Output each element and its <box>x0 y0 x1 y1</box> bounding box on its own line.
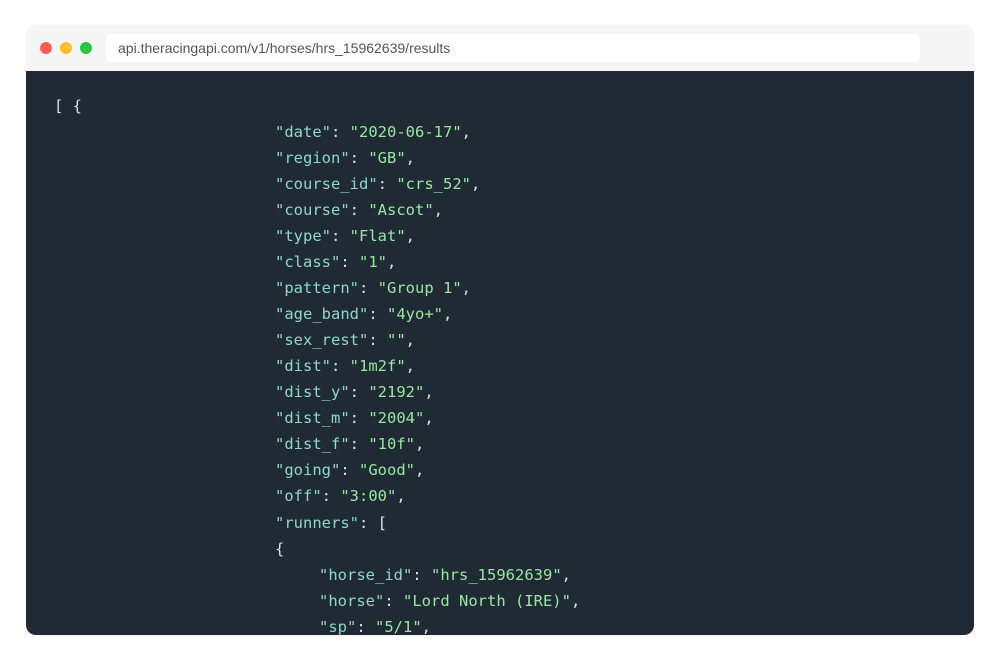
json-line-course-id: "course_id": "crs_52", <box>54 171 946 197</box>
json-line-dist: "dist": "1m2f", <box>54 353 946 379</box>
json-line-type: "type": "Flat", <box>54 223 946 249</box>
json-line-horse-id: "horse_id": "hrs_15962639", <box>54 562 946 588</box>
json-line-horse: "horse": "Lord North (IRE)", <box>54 588 946 614</box>
close-icon[interactable] <box>40 42 52 54</box>
json-line-going: "going": "Good", <box>54 457 946 483</box>
json-line-dist-f: "dist_f": "10f", <box>54 431 946 457</box>
json-line-sex-rest: "sex_rest": "", <box>54 327 946 353</box>
json-line-course: "course": "Ascot", <box>54 197 946 223</box>
browser-chrome: api.theracingapi.com/v1/horses/hrs_15962… <box>26 25 974 71</box>
maximize-icon[interactable] <box>80 42 92 54</box>
address-bar[interactable]: api.theracingapi.com/v1/horses/hrs_15962… <box>106 34 920 62</box>
json-line-sp: "sp": "5/1", <box>54 614 946 635</box>
json-line-dist-y: "dist_y": "2192", <box>54 379 946 405</box>
json-line-inner-open: { <box>54 536 946 562</box>
json-line-pattern: "pattern": "Group 1", <box>54 275 946 301</box>
address-text: api.theracingapi.com/v1/horses/hrs_15962… <box>118 40 450 56</box>
traffic-lights <box>40 42 92 54</box>
json-line-age-band: "age_band": "4yo+", <box>54 301 946 327</box>
json-line-off: "off": "3:00", <box>54 483 946 509</box>
json-line-region: "region": "GB", <box>54 145 946 171</box>
json-line-dist-m: "dist_m": "2004", <box>54 405 946 431</box>
json-line-date: "date": "2020-06-17", <box>54 119 946 145</box>
json-open: [ { <box>54 93 946 119</box>
json-line-class: "class": "1", <box>54 249 946 275</box>
json-line-runners: "runners": [ <box>54 510 946 536</box>
code-panel: [ { "date": "2020-06-17", "region": "GB"… <box>26 71 974 635</box>
minimize-icon[interactable] <box>60 42 72 54</box>
browser-window: api.theracingapi.com/v1/horses/hrs_15962… <box>26 25 974 635</box>
